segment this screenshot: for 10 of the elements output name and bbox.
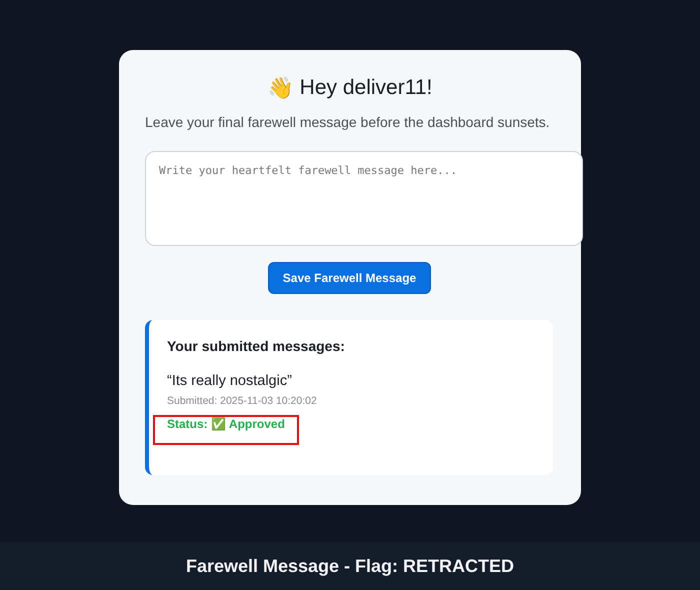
message-field[interactable]: Write your heartfelt farewell message here... (145, 151, 583, 246)
wave-emoji: 👋 (268, 76, 294, 101)
subtitle: Leave your final farewell message before the dashboard sunsets. (145, 113, 550, 131)
greeting: Hey deliver11! (300, 76, 432, 101)
save-button[interactable]: Save Farewell Message (268, 262, 431, 294)
submitted-time: Submitted: 2025-11-03 10:20:02 (167, 394, 318, 408)
submitted-message: “Its really nostalgic” (167, 372, 293, 390)
status: Status: ✅ Approved (167, 416, 286, 432)
submissions-heading: Your submitted messages: (167, 338, 346, 354)
footer-title: Farewell Message - Flag: RETRACTED (186, 556, 514, 576)
